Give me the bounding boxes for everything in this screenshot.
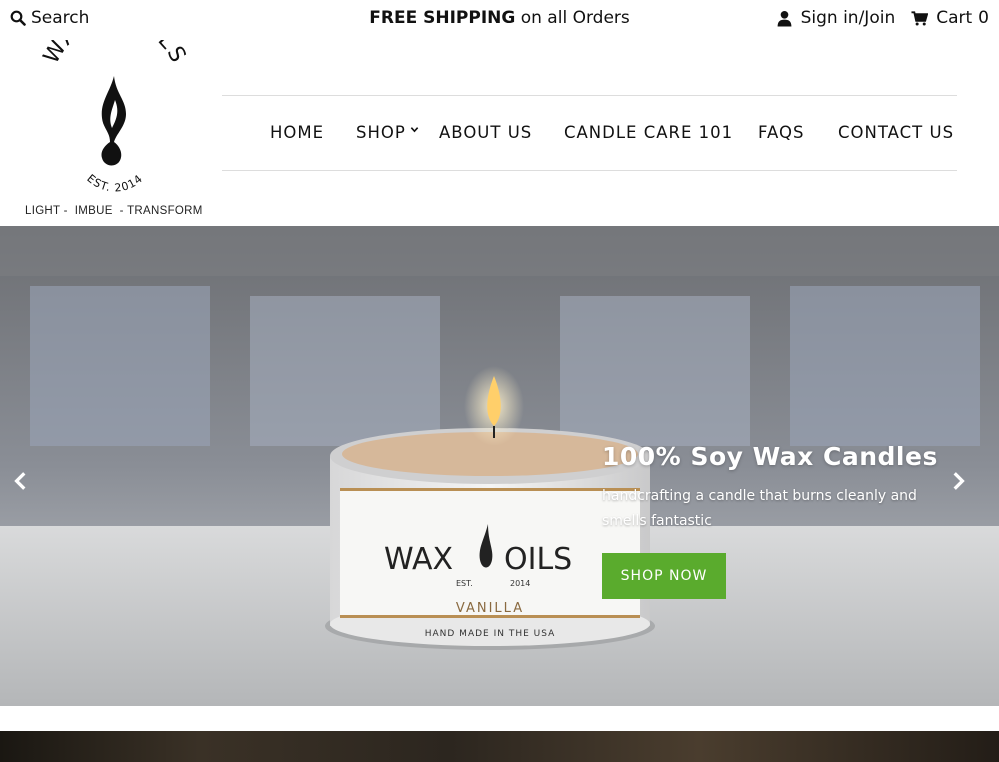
candle-brand-right: OILS <box>504 542 572 577</box>
user-icon <box>777 10 791 26</box>
chevron-right-icon[interactable] <box>947 470 969 492</box>
hero-slider: WAX OILS EST. 2014 VANILLA HAND MADE IN … <box>0 226 999 706</box>
candle-note: HAND MADE IN THE USA <box>425 629 556 639</box>
hero-title: 100% Soy Wax Candles <box>602 442 938 471</box>
candle-scent: VANILLA <box>456 601 524 616</box>
nav-candle-care-label: CANDLE CARE 101 <box>564 123 734 142</box>
nav-item-shop[interactable]: SHOP <box>356 123 419 142</box>
nav-home-label: HOME <box>270 123 325 142</box>
promo-bold-text: FREE SHIPPING <box>369 8 516 28</box>
hero-subtitle: handcrafting a candle that burns cleanly… <box>602 488 917 529</box>
brand-logo[interactable]: WAX & OILS EST. 2014 <box>30 6 200 200</box>
signin-label: Sign in/Join <box>800 8 896 28</box>
svg-text:WAX & OILS: WAX & OILS <box>39 40 191 68</box>
nav-faqs-label: FAQS <box>758 123 805 142</box>
svg-text:EST. 2014: EST. 2014 <box>84 172 145 195</box>
nav-item-about[interactable]: ABOUT US <box>439 123 532 142</box>
chevron-down-icon[interactable] <box>410 125 419 134</box>
shop-now-button[interactable]: SHOP NOW <box>602 553 726 599</box>
cart-count: 0 <box>978 8 989 28</box>
nav-item-contact[interactable]: CONTACT US <box>838 123 954 142</box>
promo-text: on all Orders <box>515 8 630 28</box>
signin-link[interactable]: Sign in/Join <box>776 8 896 28</box>
candle-year: 2014 <box>510 579 530 588</box>
nav-item-candle-care[interactable]: CANDLE CARE 101 <box>564 123 733 142</box>
cart-icon <box>911 10 929 25</box>
cart-link[interactable]: Cart 0 <box>911 8 989 28</box>
nav-contact-label: CONTACT US <box>838 123 955 142</box>
candle-brand-left: WAX <box>384 542 453 577</box>
candle-est: EST. <box>456 579 473 588</box>
chevron-left-icon[interactable] <box>10 470 32 492</box>
cart-label: Cart <box>936 8 973 28</box>
nav-item-home[interactable]: HOME <box>270 123 324 142</box>
next-section-image <box>0 731 999 762</box>
brand-tagline: LIGHT - IMBUE - TRANSFORM <box>25 205 203 217</box>
nav-item-faqs[interactable]: FAQS <box>758 123 804 142</box>
nav-shop-label: SHOP <box>356 123 406 142</box>
main-nav: HOME SHOP ABOUT US CANDLE CARE 101 FAQS … <box>222 95 957 171</box>
top-bar: Search FREE SHIPPING on all Orders Sign … <box>0 0 999 40</box>
nav-about-label: ABOUT US <box>439 123 533 142</box>
wax-oils-logo-icon: WAX & OILS EST. 2014 <box>39 6 191 195</box>
account-links: Sign in/Join Cart 0 <box>776 8 989 28</box>
